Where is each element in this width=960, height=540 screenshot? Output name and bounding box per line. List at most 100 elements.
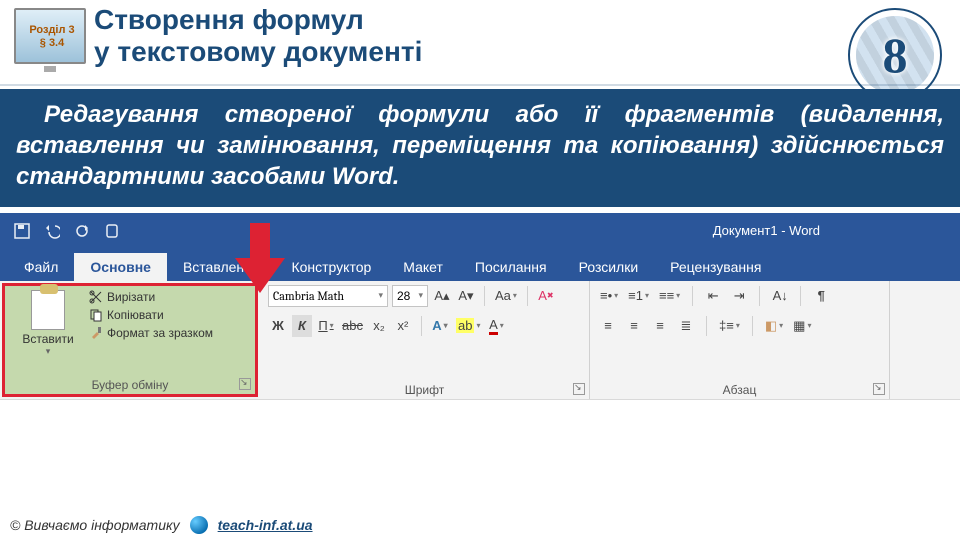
indent-increase-icon: ⇥ — [734, 288, 745, 304]
multilevel-icon: ≡≡ — [659, 288, 674, 303]
italic-label: К — [298, 318, 306, 333]
font-color-label: A — [489, 317, 498, 335]
line-spacing-icon: ‡≡ — [719, 318, 734, 333]
header-rule — [0, 84, 960, 86]
touch-mode-icon[interactable] — [104, 223, 120, 239]
bullets-icon: ≡• — [600, 288, 612, 303]
strike-label: abc — [342, 318, 363, 333]
text-effects-label: A — [432, 318, 441, 333]
sort-button[interactable]: А↓ — [770, 285, 790, 307]
grow-font-label: A▴ — [434, 288, 449, 304]
shrink-font-label: A▾ — [458, 288, 473, 304]
clipboard-group-title: Буфер обміну — [13, 376, 247, 392]
scissors-icon — [89, 290, 103, 304]
shading-icon: ◧ — [765, 318, 777, 334]
align-right-icon: ≡ — [656, 318, 664, 333]
underline-label: П — [318, 318, 327, 333]
clear-formatting-label: A — [538, 288, 547, 303]
line-spacing-button[interactable]: ‡≡ — [717, 315, 742, 337]
chapter-label: Розділ 3 § 3.4 — [28, 24, 76, 50]
align-justify-button[interactable]: ≣ — [676, 315, 696, 337]
footer-link[interactable]: teach-inf.at.ua — [218, 517, 313, 533]
font-size-combo[interactable]: 28 ▾ — [392, 285, 428, 307]
cut-button[interactable]: Вирізати — [89, 290, 213, 304]
superscript-button[interactable]: x² — [393, 315, 413, 337]
align-center-button[interactable]: ≡ — [624, 315, 644, 337]
sort-label: А↓ — [773, 288, 788, 303]
font-color-button[interactable]: A — [486, 315, 506, 337]
tab-file[interactable]: Файл — [8, 253, 74, 281]
align-left-button[interactable]: ≡ — [598, 315, 618, 337]
tab-layout[interactable]: Макет — [387, 253, 459, 281]
bold-label: Ж — [272, 318, 284, 333]
numbering-button[interactable]: ≡1 — [626, 285, 651, 307]
ribbon-body: Вставити ▾ Вирізати Копіювати — [0, 281, 960, 399]
slide-footer: © Вивчаємо інформатику teach-inf.at.ua — [10, 516, 313, 534]
highlight-button[interactable]: ab — [454, 315, 482, 337]
format-painter-label: Формат за зразком — [107, 326, 213, 340]
tab-design[interactable]: Конструктор — [275, 253, 387, 281]
copy-icon — [89, 308, 103, 322]
indent-decrease-button[interactable]: ⇤ — [703, 285, 723, 307]
group-font: Cambria Math ▾ 28 ▾ A▴ A▾ Aa A✖ Ж — [260, 281, 590, 399]
indent-increase-button[interactable]: ⇥ — [729, 285, 749, 307]
tab-home[interactable]: Основне — [74, 253, 167, 281]
undo-icon[interactable] — [44, 223, 60, 239]
text-effects-button[interactable]: A — [430, 315, 450, 337]
format-painter-button[interactable]: Формат за зразком — [89, 326, 213, 340]
superscript-label: x² — [398, 318, 409, 333]
clear-formatting-button[interactable]: A✖ — [536, 285, 556, 307]
globe-icon — [190, 516, 208, 534]
monitor-graphic: Розділ 3 § 3.4 — [14, 8, 86, 78]
cut-label: Вирізати — [107, 290, 155, 304]
bullets-button[interactable]: ≡• — [598, 285, 620, 307]
grow-font-button[interactable]: A▴ — [432, 285, 452, 307]
align-right-button[interactable]: ≡ — [650, 315, 670, 337]
tab-references[interactable]: Посилання — [459, 253, 563, 281]
pilcrow-button[interactable]: ¶ — [811, 285, 831, 307]
slide-title: Створення формул у текстовому документі — [94, 4, 422, 68]
description-bar: Редагування створеної формули або її фра… — [0, 89, 960, 207]
highlight-label: ab — [456, 318, 474, 333]
save-icon[interactable] — [14, 223, 30, 239]
callout-arrow — [230, 223, 290, 293]
tab-mailings[interactable]: Розсилки — [563, 253, 655, 281]
copy-label: Копіювати — [107, 308, 164, 322]
word-title-bar: Документ1 - Word — [0, 213, 960, 249]
description-text: Редагування створеної формули або її фра… — [16, 101, 944, 190]
font-launcher[interactable] — [573, 383, 585, 395]
monitor-screen: Розділ 3 § 3.4 — [14, 8, 86, 64]
font-size-value: 28 — [397, 289, 410, 303]
redo-icon[interactable] — [74, 223, 90, 239]
copyright-text: © Вивчаємо інформатику — [10, 517, 180, 533]
paste-icon — [31, 290, 65, 330]
paragraph-text: § 3.4 — [40, 37, 64, 49]
tab-review[interactable]: Рецензування — [654, 253, 777, 281]
borders-icon: ▦ — [793, 318, 805, 334]
pilcrow-label: ¶ — [818, 288, 825, 303]
clipboard-launcher[interactable] — [239, 378, 251, 390]
borders-button[interactable]: ▦ — [791, 315, 813, 337]
subscript-button[interactable]: x₂ — [369, 315, 389, 337]
copy-button[interactable]: Копіювати — [89, 308, 213, 322]
paste-button[interactable]: Вставити ▾ — [13, 290, 83, 357]
align-left-icon: ≡ — [604, 318, 612, 333]
numbering-icon: ≡1 — [628, 288, 643, 303]
change-case-label: Aa — [495, 288, 511, 303]
shrink-font-button[interactable]: A▾ — [456, 285, 476, 307]
title-line2: у текстовому документі — [94, 36, 422, 67]
align-justify-icon: ≣ — [681, 318, 692, 334]
italic-button[interactable]: К — [292, 315, 312, 337]
bold-button[interactable]: Ж — [268, 315, 288, 337]
paragraph-group-title: Абзац — [598, 381, 881, 397]
monitor-stand — [44, 66, 56, 72]
change-case-button[interactable]: Aa — [493, 285, 519, 307]
indent-decrease-icon: ⇤ — [708, 288, 719, 304]
strike-button[interactable]: abc — [340, 315, 365, 337]
font-group-title: Шрифт — [268, 381, 581, 397]
multilevel-button[interactable]: ≡≡ — [657, 285, 682, 307]
shading-button[interactable]: ◧ — [763, 315, 785, 337]
word-screenshot: Документ1 - Word Файл Основне Вставлення… — [0, 213, 960, 400]
paragraph-launcher[interactable] — [873, 383, 885, 395]
underline-button[interactable]: П — [316, 315, 336, 337]
